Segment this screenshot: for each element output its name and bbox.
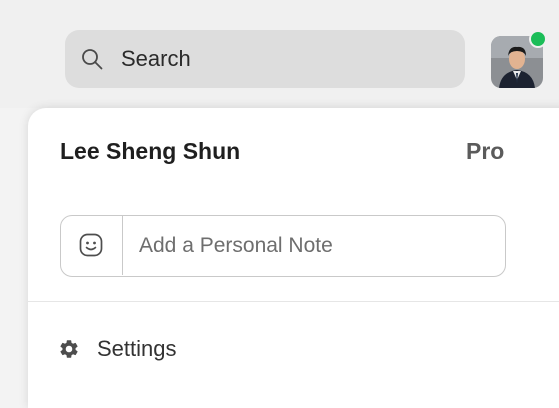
gear-icon [60,340,78,358]
personal-note-input[interactable] [139,216,494,275]
search-placeholder: Search [121,46,191,71]
personal-note-field[interactable] [60,215,506,277]
settings-label: Settings [97,336,177,361]
profile-dropdown: Lee Sheng Shun Pro Settings [28,108,559,408]
menu-divider [28,301,559,302]
top-bar: Search [0,0,559,108]
online-status-dot [529,30,547,48]
user-name: Lee Sheng Shun [60,138,241,164]
plan-badge: Pro [466,138,505,164]
settings-menu-item[interactable]: Settings [58,331,177,367]
avatar-button[interactable] [491,30,547,88]
smile-icon [79,233,103,257]
emoji-button[interactable] [61,216,123,275]
search-bar[interactable]: Search [65,30,465,88]
search-icon [81,48,103,70]
